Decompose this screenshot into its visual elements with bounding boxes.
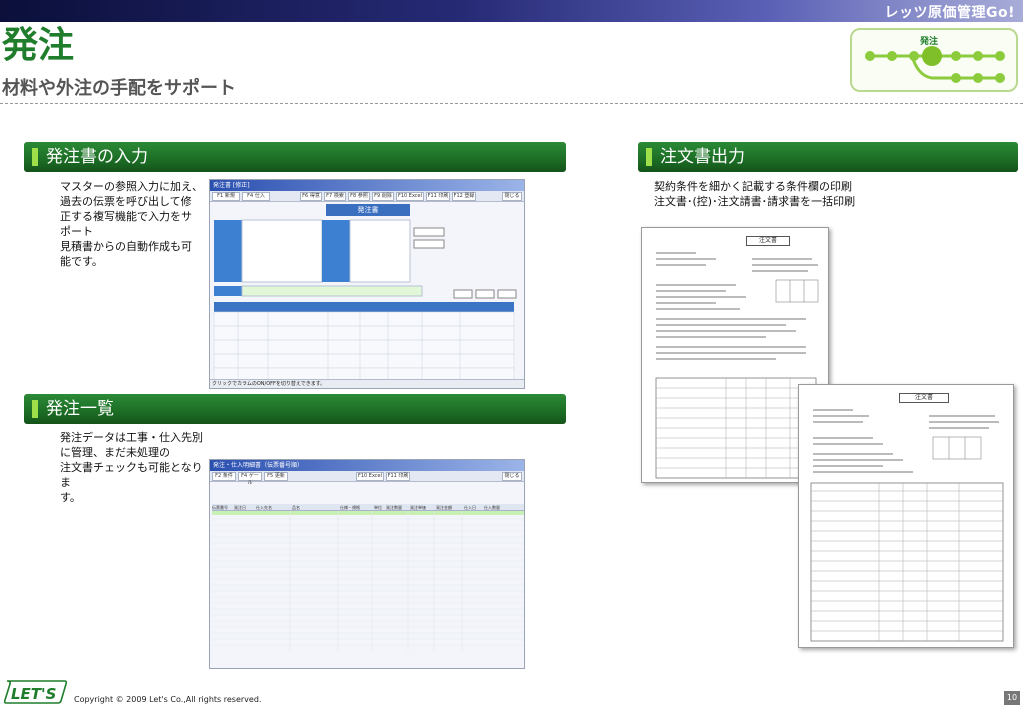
list-table-header: 伝票番号 発注日 仕入先名 品名 仕様・規格 単位 発注数量 発注単価 発注金額… bbox=[212, 504, 524, 511]
toolbar-button-customer[interactable]: F6 得意 bbox=[300, 192, 322, 201]
brand-name: レッツ原価管理Go! bbox=[884, 5, 1015, 21]
toolbar-button-reference[interactable]: F8 参照 bbox=[348, 192, 370, 201]
order-print-description: 契約条件を細かく記載する条件欄の印刷 注文書･(控)･注文請書･請求書を一括印刷 bbox=[654, 180, 856, 208]
page-subtitle: 材料や外注の手配をサポート bbox=[2, 78, 236, 99]
column-header[interactable]: 発注単価 bbox=[410, 504, 436, 510]
toolbar-button-new[interactable]: F1 新規 bbox=[212, 192, 240, 201]
order-list-description: 発注データは工事・仕入先別 に管理、まだ未処理の 注文書チェックも可能となりま … bbox=[60, 431, 203, 504]
column-header[interactable]: 発注金額 bbox=[436, 504, 464, 510]
order-form-mock bbox=[213, 204, 517, 388]
column-header[interactable]: 品名 bbox=[292, 504, 340, 510]
toolbar-button-print[interactable]: F11 印刷 bbox=[386, 472, 410, 481]
lets-logo: LET'S bbox=[3, 680, 68, 704]
toolbar-button-condition[interactable]: F2 条件 bbox=[212, 472, 236, 481]
section-header-order-input: 発注書の入力 bbox=[24, 142, 566, 172]
column-header[interactable]: 仕入数量 bbox=[484, 504, 512, 510]
order-copy-document: 注文書 bbox=[798, 384, 1014, 648]
list-rows-mock bbox=[212, 511, 524, 651]
divider bbox=[0, 103, 1023, 104]
page-title: 発注 bbox=[2, 25, 75, 66]
column-header[interactable]: 仕様・規格 bbox=[340, 504, 374, 510]
toolbar: F1 新規 F4 仕入 F6 得意 F7 検索 F8 参照 F9 削除 F10 … bbox=[210, 191, 524, 202]
column-header[interactable]: 伝票番号 bbox=[212, 504, 234, 510]
window-title: 発注・仕入明細書（伝票番号順） bbox=[210, 460, 524, 471]
flow-label: 発注 bbox=[920, 37, 939, 47]
column-header[interactable]: 発注数量 bbox=[386, 504, 410, 510]
order-input-screenshot: 発注書 [修正] F1 新規 F4 仕入 F6 得意 F7 検索 F8 参照 F… bbox=[209, 179, 525, 389]
toolbar-button-close[interactable]: 閉じる bbox=[502, 472, 522, 481]
toolbar-button-excel[interactable]: F10 Excel bbox=[396, 192, 424, 201]
toolbar-button-purchase[interactable]: F4 仕入 bbox=[242, 192, 270, 201]
column-header[interactable]: 発注日 bbox=[234, 504, 256, 510]
form-title: 発注書 bbox=[357, 206, 379, 214]
toolbar-button-excel[interactable]: F10 Excel bbox=[356, 472, 384, 481]
toolbar-button-register[interactable]: F12 登録 bbox=[452, 192, 476, 201]
order-input-description: マスターの参照入力に加え、 過去の伝票を呼び出して修 正する複写機能で入力をサ … bbox=[60, 180, 203, 268]
top-banner: レッツ原価管理Go! bbox=[0, 0, 1023, 22]
column-header[interactable]: 仕入先名 bbox=[256, 504, 292, 510]
column-header[interactable]: 単位 bbox=[374, 504, 386, 510]
toolbar-button-search[interactable]: F7 検索 bbox=[324, 192, 346, 201]
logo-text: LET'S bbox=[11, 685, 56, 703]
toolbar-button-refresh[interactable]: F5 更新 bbox=[264, 472, 288, 481]
window-title: 発注書 [修正] bbox=[210, 180, 524, 191]
toolbar-button-delete[interactable]: F9 削除 bbox=[372, 192, 394, 201]
section-header-order-list: 発注一覧 bbox=[24, 394, 566, 424]
document-body-mock bbox=[810, 409, 1004, 642]
toolbar-button-close[interactable]: 閉じる bbox=[502, 192, 522, 201]
column-header[interactable]: 仕入日 bbox=[464, 504, 484, 510]
section-header-order-print: 注文書出力 bbox=[638, 142, 1018, 172]
toolbar: F2 条件 F4 ゲール F5 更新 F10 Excel F11 印刷 閉じる bbox=[210, 471, 524, 486]
toolbar-button-print[interactable]: F11 印刷 bbox=[426, 192, 450, 201]
status-bar: クリックでカラムのON/OFFを切り替えできます。 bbox=[210, 379, 524, 388]
toolbar-button-gale[interactable]: F4 ゲール bbox=[238, 472, 262, 486]
process-flow-badge: 発注 bbox=[850, 28, 1018, 92]
order-list-screenshot: 発注・仕入明細書（伝票番号順） F2 条件 F4 ゲール F5 更新 F10 E… bbox=[209, 459, 525, 669]
copyright: Copyright © 2009 Let's Co.,All rights re… bbox=[74, 695, 262, 704]
page-number: 10 bbox=[1004, 691, 1020, 705]
